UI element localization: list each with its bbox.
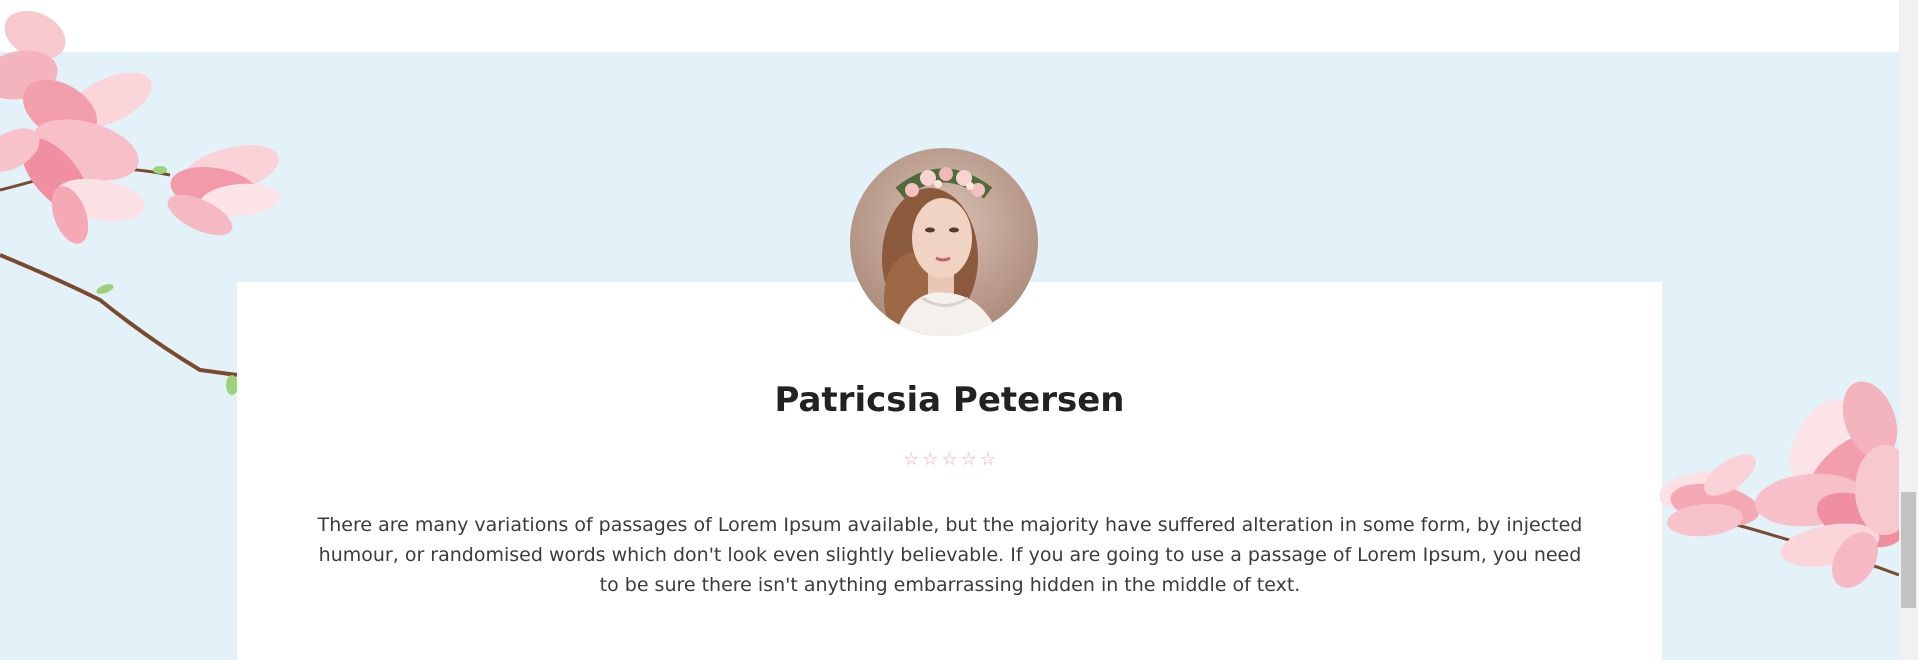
page-scrollbar[interactable] <box>1899 0 1918 660</box>
portrait-image <box>850 148 1038 336</box>
rating-stars: ☆ ☆ ☆ ☆ ☆ <box>237 449 1662 471</box>
magnolia-branch-right-icon <box>1660 381 1899 588</box>
testimonial-card <box>237 282 1662 660</box>
testimonial-text: There are many variations of passages of… <box>317 514 1583 596</box>
star-icon: ☆ <box>941 449 958 470</box>
avatar <box>850 148 1038 336</box>
star-icon: ☆ <box>903 449 920 470</box>
star-icon: ☆ <box>922 449 939 470</box>
testimonial-name: Patricsia Petersen <box>774 380 1125 420</box>
scrollbar-thumb[interactable] <box>1901 492 1916 608</box>
star-icon: ☆ <box>979 449 996 470</box>
star-icon: ☆ <box>960 449 977 470</box>
